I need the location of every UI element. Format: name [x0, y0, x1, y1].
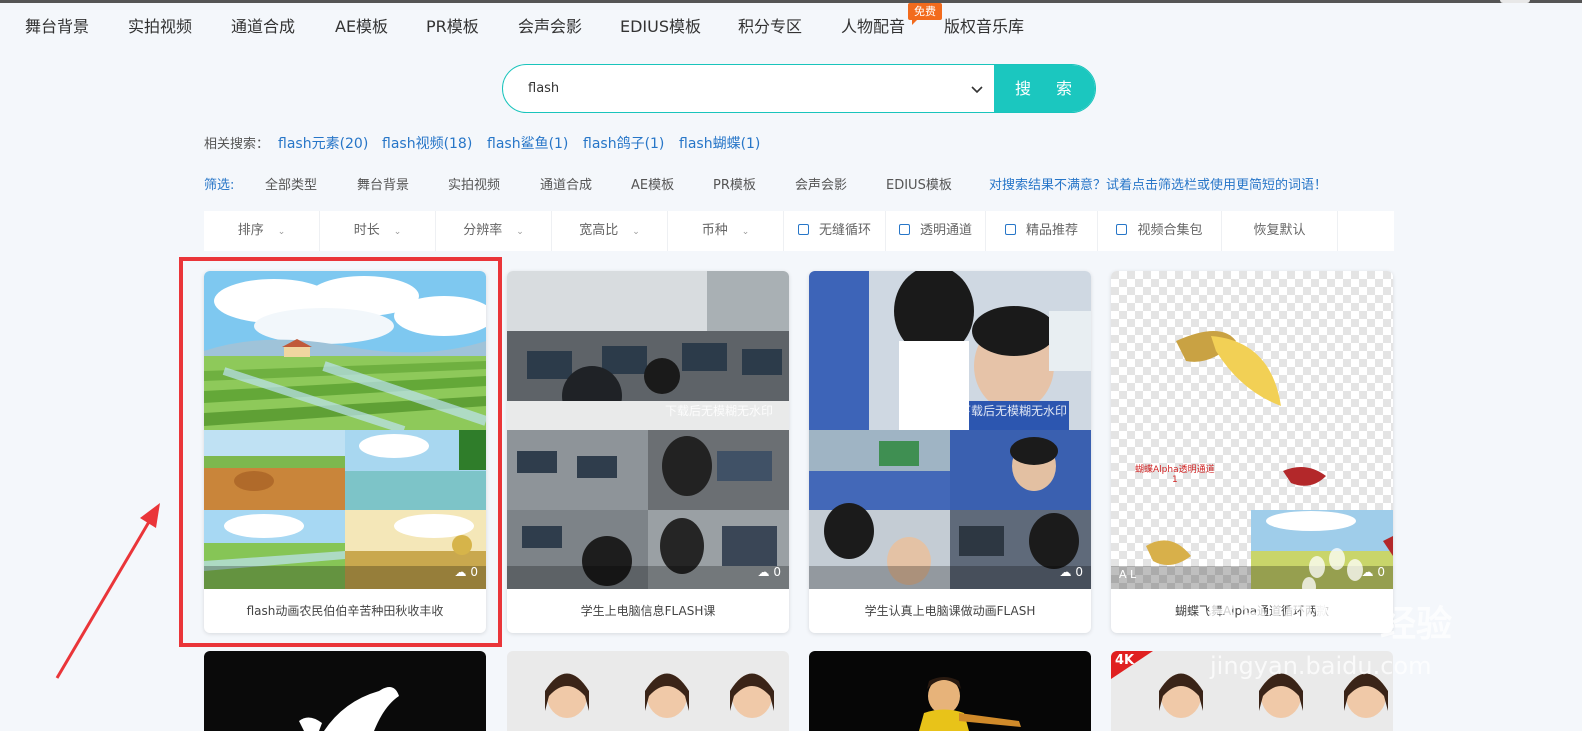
duration-dropdown[interactable]: 时长 ⌄	[320, 211, 436, 251]
nav-item-points[interactable]: 积分专区	[738, 13, 802, 37]
filter-item-huisheng[interactable]: 会声会影	[795, 174, 847, 193]
sort-label: 排序	[237, 223, 264, 238]
currency-dropdown[interactable]: 币种 ⌄	[668, 211, 784, 251]
checkbox-icon[interactable]	[797, 224, 809, 235]
download-count-value: 0	[1075, 565, 1083, 579]
overlay-label: 蝴蝶Alpha透明通道	[1135, 465, 1215, 475]
video-card[interactable]	[507, 651, 789, 731]
seamless-checkbox[interactable]: 无缝循环	[784, 211, 886, 251]
chevron-down-icon[interactable]	[967, 79, 987, 99]
top-nav: 舞台背景 实拍视频 通道合成 AE模板 PR模板 会声会影 EDIUS模板 积分…	[0, 3, 1582, 43]
duration-label: 时长	[353, 223, 380, 238]
search-input[interactable]	[528, 65, 958, 112]
featured-label: 精品推荐	[1025, 223, 1078, 238]
baidu-watermark: Baidu 经验 jingyan.baidu.com	[1180, 540, 1480, 700]
checkbox-icon[interactable]	[898, 224, 910, 235]
filter-label: 筛选:	[204, 178, 235, 193]
video-card[interactable]: 下载后无模糊无水印 ☁ 0 学生认真上电脑课做动画FLASH	[809, 271, 1091, 633]
nav-item-edius[interactable]: EDIUS模板	[620, 13, 701, 37]
filter-item-all[interactable]: 全部类型	[265, 174, 317, 193]
filter-item-ae[interactable]: AE模板	[631, 174, 674, 193]
related-link[interactable]: flash蝴蝶(1)	[679, 133, 760, 153]
watermark-text: 下载后无模糊无水印	[665, 404, 774, 418]
reset-label: 恢复默认	[1253, 223, 1306, 238]
reset-button[interactable]: 恢复默认	[1222, 211, 1338, 251]
bundle-label: 视频合集包	[1137, 223, 1203, 238]
chevron-down-icon: ⌄	[277, 227, 286, 237]
baidu-brand-cn: 经验	[1380, 604, 1453, 645]
currency-label: 币种	[701, 223, 728, 238]
related-link[interactable]: flash鸽子(1)	[583, 133, 664, 153]
related-link[interactable]: flash鲨鱼(1)	[487, 133, 568, 153]
card-thumbnail[interactable]	[204, 651, 486, 731]
nav-item-stage[interactable]: 舞台背景	[25, 13, 89, 37]
resolution-label: 分辨率	[463, 223, 503, 238]
nav-item-ae[interactable]: AE模板	[335, 13, 388, 37]
watermark-text: 下载后无模糊无水印	[959, 404, 1068, 418]
video-card[interactable]	[204, 651, 486, 731]
filter-hint-link[interactable]: 对搜索结果不满意？试着点击筛选栏或使用更简短的词语！	[989, 174, 1327, 193]
corner-label: A L	[1119, 568, 1137, 581]
card-title[interactable]: 学生认真上电脑课做动画FLASH	[809, 589, 1091, 633]
aspect-label: 宽高比	[579, 223, 619, 238]
featured-checkbox[interactable]: 精品推荐	[986, 211, 1098, 251]
search-button[interactable]: 搜 索	[994, 65, 1095, 112]
filter-item-edius[interactable]: EDIUS模板	[886, 174, 952, 193]
baidu-brand: Baidu	[1205, 588, 1347, 639]
card-thumbnail[interactable]	[507, 651, 789, 731]
nav-item-music[interactable]: 版权音乐库	[944, 13, 1024, 37]
card-thumbnail[interactable]	[507, 271, 789, 589]
nav-item-huisheng[interactable]: 会声会影	[518, 13, 582, 37]
download-count: ☁ 0	[1059, 565, 1083, 579]
download-count: ☁ 0	[757, 565, 781, 579]
alpha-label: 透明通道	[919, 223, 972, 238]
filter-item-stage[interactable]: 舞台背景	[357, 174, 409, 193]
filter-item-live[interactable]: 实拍视频	[448, 174, 500, 193]
download-count-value: 0	[773, 565, 781, 579]
checkbox-icon[interactable]	[1116, 224, 1128, 235]
arrow-annotation-icon	[55, 503, 160, 679]
card-title[interactable]: 学生上电脑信息FLASH课	[507, 589, 789, 633]
chevron-down-icon: ⌄	[393, 227, 402, 237]
nav-item-live-video[interactable]: 实拍视频	[128, 13, 192, 37]
free-badge: 免费	[908, 3, 942, 25]
checkbox-icon[interactable]	[1004, 224, 1016, 235]
resolution-dropdown[interactable]: 分辨率 ⌄	[436, 211, 552, 251]
highlight-box	[179, 257, 502, 647]
baidu-url: jingyan.baidu.com	[1210, 652, 1432, 680]
search-box: 搜 索	[502, 64, 1096, 113]
sort-dropdown[interactable]: 排序 ⌄	[204, 211, 320, 251]
related-label: 相关搜索：	[204, 137, 270, 152]
nav-item-channel[interactable]: 通道合成	[231, 13, 295, 37]
chevron-down-icon: ⌄	[632, 227, 640, 237]
chevron-down-icon: ⌄	[516, 227, 524, 237]
filter-item-pr[interactable]: PR模板	[713, 174, 756, 193]
overlay-number: 1	[1172, 475, 1178, 485]
chevron-down-icon: ⌄	[741, 227, 750, 237]
card-thumbnail[interactable]	[809, 651, 1091, 731]
sort-bar: 排序 ⌄ 时长 ⌄ 分辨率 ⌄ 宽高比 ⌄ 币种 ⌄ 无缝循环 透明通道 精品推荐 视频合…	[204, 211, 1394, 251]
seamless-label: 无缝循环	[818, 223, 871, 238]
video-card[interactable]	[809, 651, 1091, 731]
4k-badge: 4K	[1115, 653, 1135, 668]
alpha-checkbox[interactable]: 透明通道	[886, 211, 986, 251]
filter-item-channel[interactable]: 通道合成	[540, 174, 592, 193]
nav-item-pr[interactable]: PR模板	[426, 13, 479, 37]
bundle-checkbox[interactable]: 视频合集包	[1098, 211, 1222, 251]
aspect-dropdown[interactable]: 宽高比 ⌄	[552, 211, 668, 251]
related-link[interactable]: flash视频(18)	[382, 133, 472, 153]
video-card[interactable]: 下载后无模糊无水印 ☁ 0 学生上电脑信息FLASH课	[507, 271, 789, 633]
nav-item-voice[interactable]: 人物配音	[841, 13, 905, 37]
card-thumbnail[interactable]	[809, 271, 1091, 589]
related-link[interactable]: flash元素(20)	[278, 133, 368, 153]
